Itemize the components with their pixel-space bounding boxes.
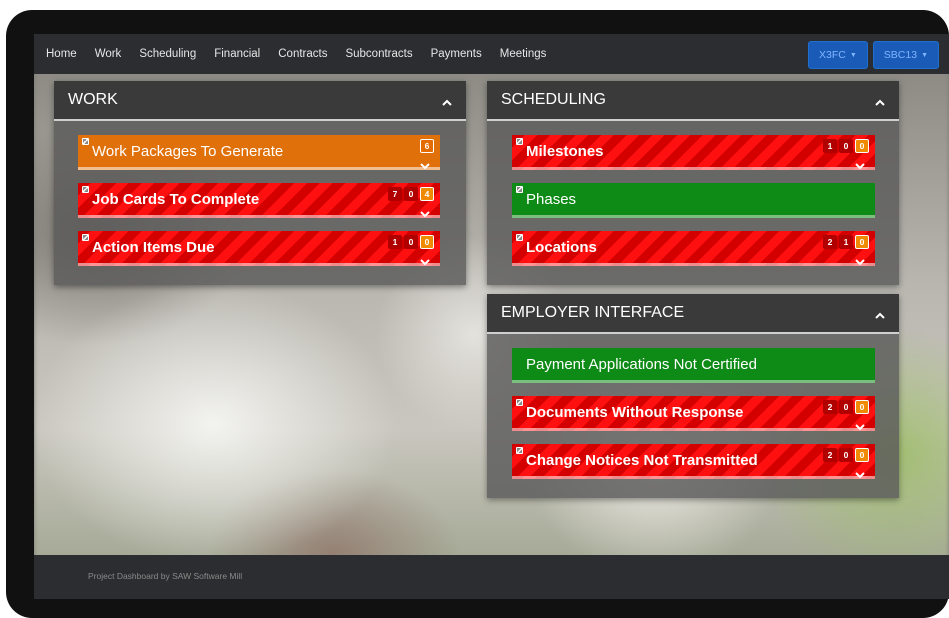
tile-phases[interactable]: Phases — [512, 183, 875, 218]
badge-count: 0 — [839, 400, 853, 414]
contract-dropdown-label: SBC13 — [883, 49, 918, 61]
tile-label: Action Items Due — [92, 238, 215, 256]
tile-icon — [516, 186, 523, 193]
chevron-down-icon[interactable] — [420, 157, 430, 170]
work-panel-title: WORK — [68, 91, 118, 108]
tile-label: Work Packages To Generate — [92, 142, 284, 160]
tile-badges: 2 0 0 — [823, 448, 869, 462]
employer-panel-header: EMPLOYER INTERFACE — [487, 294, 899, 334]
work-panel-header: WORK — [54, 81, 466, 121]
chevron-down-icon[interactable] — [420, 205, 430, 218]
badge-count: 0 — [839, 448, 853, 462]
tile-action-items[interactable]: Action Items Due 1 0 0 — [78, 231, 440, 266]
chevron-down-icon[interactable] — [855, 253, 865, 266]
work-panel: WORK Work Packages To Generate 6 Job Car… — [54, 81, 466, 285]
nav-payments[interactable]: Payments — [431, 48, 482, 60]
tile-badges: 1 0 0 — [823, 139, 869, 153]
tile-label: Change Notices Not Transmitted — [526, 451, 758, 469]
employer-interface-panel: EMPLOYER INTERFACE Payment Applications … — [487, 294, 899, 498]
tile-documents-without-response[interactable]: Documents Without Response 2 0 0 — [512, 396, 875, 431]
caret-down-icon: ▼ — [921, 51, 928, 59]
tile-label: Job Cards To Complete — [92, 190, 260, 208]
scheduling-panel-title: SCHEDULING — [501, 91, 606, 108]
tile-icon — [82, 186, 89, 193]
tile-badges: 2 1 0 — [823, 235, 869, 249]
tile-label: Phases — [526, 190, 577, 208]
tile-badges: 2 0 0 — [823, 400, 869, 414]
chevron-down-icon[interactable] — [855, 466, 865, 479]
badge-count: 1 — [839, 235, 853, 249]
tile-label: Payment Applications Not Certified — [526, 355, 757, 373]
nav-meetings[interactable]: Meetings — [500, 48, 547, 60]
tile-icon — [82, 234, 89, 241]
footer-text: Project Dashboard by SAW Software Mill — [88, 571, 243, 581]
tile-icon — [516, 447, 523, 454]
nav-financial[interactable]: Financial — [214, 48, 260, 60]
tile-label: Milestones — [526, 142, 604, 160]
badge-count: 0 — [855, 400, 869, 414]
badge-count: 0 — [839, 139, 853, 153]
nav-work[interactable]: Work — [95, 48, 122, 60]
tile-locations[interactable]: Locations 2 1 0 — [512, 231, 875, 266]
badge-count: 6 — [420, 139, 434, 153]
employer-panel-title: EMPLOYER INTERFACE — [501, 304, 685, 321]
project-dropdown-button[interactable]: X3FC ▼ — [808, 41, 868, 69]
tile-icon — [516, 234, 523, 241]
tile-badges: 1 0 0 — [388, 235, 434, 249]
nav-links: Home Work Scheduling Financial Contracts… — [46, 48, 564, 60]
badge-count: 2 — [823, 235, 837, 249]
caret-down-icon: ▼ — [849, 51, 857, 59]
tile-icon — [516, 399, 523, 406]
collapse-icon[interactable] — [442, 99, 452, 109]
tile-badges: 6 — [420, 139, 434, 153]
tile-change-notices[interactable]: Change Notices Not Transmitted 2 0 0 — [512, 444, 875, 479]
nav-scheduling[interactable]: Scheduling — [139, 48, 196, 60]
scheduling-panel-header: SCHEDULING — [487, 81, 899, 121]
badge-count: 0 — [404, 235, 418, 249]
badge-count: 0 — [855, 448, 869, 462]
nav-right: X3FC ▼ SBC13 ▼ — [808, 41, 939, 69]
chevron-down-icon[interactable] — [855, 157, 865, 170]
tile-milestones[interactable]: Milestones 1 0 0 — [512, 135, 875, 170]
badge-count: 4 — [420, 187, 434, 201]
badge-count: 0 — [420, 235, 434, 249]
collapse-icon[interactable] — [875, 99, 885, 109]
project-dropdown-label: X3FC — [819, 49, 846, 61]
footer: Project Dashboard by SAW Software Mill — [34, 555, 949, 599]
badge-count: 1 — [388, 235, 402, 249]
nav-contracts[interactable]: Contracts — [278, 48, 327, 60]
badge-count: 1 — [823, 139, 837, 153]
tile-label: Documents Without Response — [526, 403, 744, 421]
scheduling-panel: SCHEDULING Milestones 1 0 0 Phases Locat… — [487, 81, 899, 285]
tile-badges: 7 0 4 — [388, 187, 434, 201]
nav-home[interactable]: Home — [46, 48, 77, 60]
tile-icon — [516, 138, 523, 145]
tile-label: Locations — [526, 238, 597, 256]
badge-count: 0 — [855, 139, 869, 153]
tile-work-packages[interactable]: Work Packages To Generate 6 — [78, 135, 440, 170]
screen: Home Work Scheduling Financial Contracts… — [34, 34, 949, 599]
nav-subcontracts[interactable]: Subcontracts — [345, 48, 412, 60]
chevron-down-icon[interactable] — [855, 418, 865, 431]
badge-count: 0 — [404, 187, 418, 201]
badge-count: 7 — [388, 187, 402, 201]
tile-icon — [82, 138, 89, 145]
chevron-down-icon[interactable] — [420, 253, 430, 266]
tile-job-cards[interactable]: Job Cards To Complete 7 0 4 — [78, 183, 440, 218]
badge-count: 2 — [823, 448, 837, 462]
badge-count: 0 — [855, 235, 869, 249]
contract-dropdown-button[interactable]: SBC13 ▼ — [872, 41, 939, 69]
tile-payment-applications[interactable]: Payment Applications Not Certified — [512, 348, 875, 383]
badge-count: 2 — [823, 400, 837, 414]
collapse-icon[interactable] — [875, 312, 885, 322]
navbar: Home Work Scheduling Financial Contracts… — [34, 34, 949, 74]
